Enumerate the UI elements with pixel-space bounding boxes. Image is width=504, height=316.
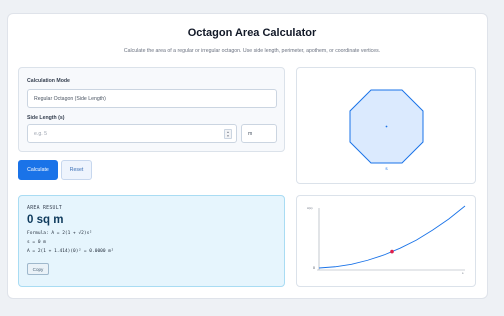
side-line: s = 0 m — [27, 240, 46, 245]
computation-line: A = 2(1 + 1.414)(0)² = 0.0000 m² — [27, 249, 114, 254]
formula-line: Formula: A = 2(1 + √2)s² — [27, 231, 93, 236]
octagon-center-dot — [385, 125, 388, 128]
calculate-button[interactable]: Calculate — [18, 160, 58, 180]
x-axis-label: s — [462, 271, 464, 275]
y-tick-label: 0 — [313, 266, 315, 270]
area-value: 0 sq m — [27, 214, 64, 226]
octagon-preview: s — [349, 89, 424, 171]
unit-select[interactable]: m — [241, 124, 277, 143]
side-length-input[interactable]: e.g. 5 ▲ ▼ — [27, 124, 237, 143]
octagon-preview-panel: s — [296, 67, 476, 184]
result-panel: AREA RESULT 0 sq m Formula: A = 2(1 + √2… — [18, 195, 285, 287]
page-title: Octagon Area Calculator — [187, 27, 317, 39]
side-length-placeholder: e.g. 5 — [34, 130, 47, 137]
input-panel: Calculation Mode Regular Octagon (Side L… — [18, 67, 285, 152]
y-axis-label: A(s) — [307, 206, 313, 210]
mode-label: Calculation Mode — [27, 78, 70, 84]
area-chart: A(s) s 0 — [307, 205, 466, 275]
side-length-label: Side Length (s) — [27, 115, 65, 121]
stepper-icon[interactable]: ▲ ▼ — [224, 129, 232, 139]
area-chart-panel: A(s) s 0 — [296, 195, 476, 287]
side-length-marker: s — [385, 166, 388, 171]
current-value-point — [390, 249, 394, 254]
mode-select[interactable]: Regular Octagon (Side Length) — [27, 89, 277, 108]
page-subtitle: Calculate the area of a regular or irreg… — [123, 48, 381, 54]
result-heading: AREA RESULT — [27, 206, 63, 211]
area-curve-line — [318, 205, 466, 269]
reset-button[interactable]: Reset — [61, 160, 92, 180]
copy-button[interactable]: Copy — [27, 263, 49, 275]
